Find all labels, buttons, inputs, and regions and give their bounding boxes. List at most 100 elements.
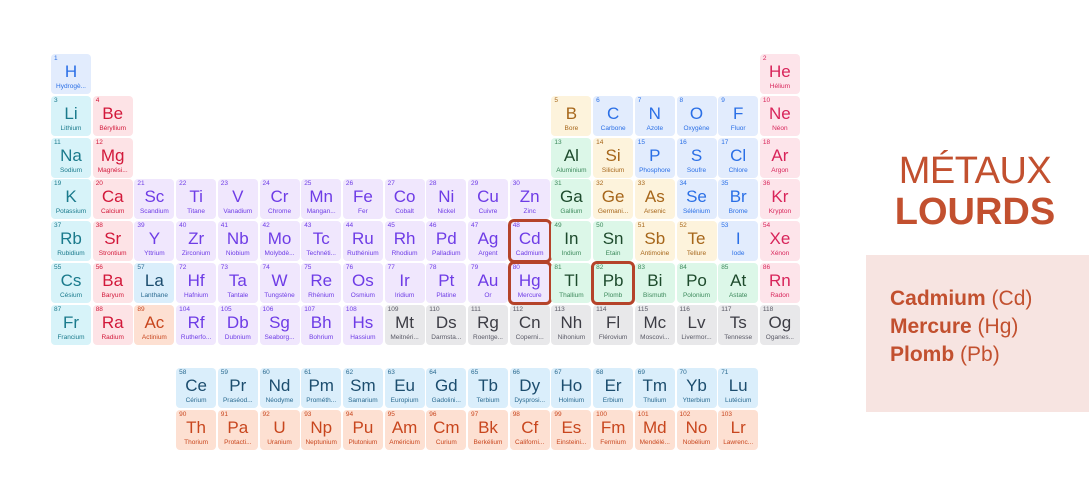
element-name: Argent bbox=[478, 250, 498, 258]
element-symbol: Yb bbox=[686, 376, 707, 395]
element-cell-as: 33 As Arsenic bbox=[634, 179, 675, 220]
element-symbol: Pu bbox=[352, 417, 374, 437]
element-name: Platine bbox=[436, 292, 457, 299]
panel-title: MÉTAUX LOURDS bbox=[880, 150, 1070, 232]
element-cell-rn: 86 Rn Radon bbox=[759, 263, 800, 303]
element-symbol: Cm bbox=[433, 417, 460, 437]
element-cell-rg: 111 Rg Roentge... bbox=[468, 304, 508, 345]
element-cell-lr: 103 Lr Lawrenc... bbox=[718, 409, 759, 450]
element-symbol: As bbox=[644, 187, 665, 207]
element-cell-br: 35 Br Brome bbox=[718, 179, 759, 220]
element-symbol: Ti bbox=[189, 187, 203, 207]
element-symbol: Hf bbox=[187, 271, 205, 290]
element-symbol: Rb bbox=[60, 229, 82, 249]
element-name: Hydrogè... bbox=[56, 83, 86, 90]
element-symbol: Rh bbox=[393, 229, 416, 249]
element-name: Molybdè... bbox=[264, 250, 295, 258]
element-symbol: C bbox=[606, 103, 620, 123]
element-symbol: Cf bbox=[521, 417, 539, 437]
element-name: Argon bbox=[771, 166, 789, 174]
element-name: Rhénium bbox=[308, 292, 335, 299]
element-cell-se: 34 Se Sélénium bbox=[676, 179, 717, 220]
element-symbol: Ne bbox=[769, 103, 791, 123]
heavy-metals-list: Cadmium (Cd) Mercure (Hg) Plomb (Pb) bbox=[866, 255, 1089, 412]
element-cell-er: 68 Er Erbium bbox=[593, 368, 634, 408]
element-cell-ts: 117 Ts Tennesse bbox=[718, 304, 759, 345]
element-name: Actinium bbox=[141, 333, 167, 341]
element-name: Darmsta... bbox=[431, 333, 462, 341]
element-name: Tennesse bbox=[724, 333, 753, 341]
element-name: Cadmium bbox=[515, 250, 544, 258]
element-cell-pb: 82 Pb Plomb bbox=[591, 261, 636, 305]
element-symbol: Db bbox=[226, 312, 249, 332]
element-name: Bismuth bbox=[643, 292, 667, 299]
element-symbol: B bbox=[565, 103, 578, 123]
element-name: Erbium bbox=[602, 397, 624, 404]
element-symbol: Mt bbox=[395, 312, 415, 332]
element-cell-ni: 28 Ni Nickel bbox=[426, 179, 467, 220]
heavy-metal-item: Cadmium (Cd) bbox=[890, 285, 1032, 313]
element-cell-tl: 81 Tl Thallium bbox=[551, 263, 592, 303]
element-name: Zirconium bbox=[181, 250, 211, 258]
element-name: Holmium bbox=[558, 397, 585, 404]
element-symbol: F bbox=[732, 103, 744, 123]
title-line-1: MÉTAUX bbox=[898, 150, 1052, 192]
element-name: Plutonium bbox=[348, 438, 378, 446]
element-symbol: Og bbox=[768, 312, 792, 332]
element-name: Néon bbox=[772, 124, 788, 132]
element-symbol: Lr bbox=[730, 417, 746, 437]
element-symbol: Br bbox=[729, 187, 747, 207]
element-name: Iode bbox=[731, 250, 745, 258]
element-symbol: Ge bbox=[601, 187, 625, 207]
element-symbol: Bi bbox=[647, 271, 663, 290]
element-symbol: Na bbox=[60, 145, 82, 165]
element-name: Tantale bbox=[227, 292, 249, 299]
element-name: Thorium bbox=[184, 438, 209, 446]
element-name: Cuivre bbox=[478, 208, 498, 216]
element-symbol: Pd bbox=[435, 229, 457, 249]
element-symbol: Li bbox=[64, 103, 78, 123]
element-symbol: Ga bbox=[560, 187, 583, 207]
element-name: Cobalt bbox=[395, 208, 414, 216]
element-name: Flérovium bbox=[598, 333, 628, 341]
element-cell-tc: 43 Tc Technéti... bbox=[301, 221, 342, 262]
element-name: Rhodium bbox=[391, 250, 418, 258]
element-symbol: Mn bbox=[309, 187, 333, 207]
element-symbol: Ho bbox=[560, 376, 583, 395]
element-cell-f: 9 F Fluor bbox=[718, 95, 759, 136]
element-name: Germani... bbox=[597, 208, 629, 216]
element-symbol: Lu bbox=[728, 376, 748, 395]
element-cell-ir: 77 Ir Iridium bbox=[384, 263, 425, 303]
element-symbol: Te bbox=[687, 229, 706, 249]
element-cell-u: 92 U Uranium bbox=[259, 409, 300, 450]
element-symbol: Ac bbox=[144, 312, 165, 332]
element-cell-zr: 40 Zr Zirconium bbox=[176, 221, 217, 262]
element-symbol: Sb bbox=[644, 229, 666, 249]
element-cell-pd: 46 Pd Palladium bbox=[426, 221, 467, 262]
element-symbol: Pa bbox=[227, 417, 249, 437]
element-symbol: Ce bbox=[185, 376, 207, 395]
element-symbol: N bbox=[648, 103, 661, 123]
element-cell-he: 2 He Hélium bbox=[759, 54, 800, 94]
element-symbol: P bbox=[649, 145, 661, 165]
element-name: Américium bbox=[389, 438, 420, 446]
element-symbol: S bbox=[690, 145, 703, 165]
element-name: Ruthénium bbox=[347, 250, 379, 258]
element-symbol: Rg bbox=[477, 312, 499, 332]
element-symbol: Co bbox=[393, 187, 416, 207]
element-symbol: Rf bbox=[187, 312, 205, 332]
element-name: Arsenic bbox=[643, 208, 666, 216]
element-name: Sélénium bbox=[682, 208, 711, 216]
element-cell-dy: 66 Dy Dysprosi... bbox=[509, 368, 550, 408]
metal-symbol: (Pb) bbox=[960, 343, 1000, 366]
element-cell-at: 85 At Astate bbox=[718, 263, 759, 303]
element-cell-nb: 41 Nb Niobium bbox=[217, 221, 258, 262]
element-name: Silicium bbox=[601, 166, 625, 174]
element-name: Brome bbox=[728, 208, 748, 216]
element-symbol: Bk bbox=[478, 417, 498, 437]
element-name: Antimoine bbox=[640, 250, 670, 258]
element-cell-no: 102 No Nobélium bbox=[676, 409, 717, 450]
element-symbol: Nh bbox=[560, 312, 583, 332]
element-symbol: Ds bbox=[435, 312, 457, 332]
element-symbol: Ag bbox=[477, 229, 499, 249]
